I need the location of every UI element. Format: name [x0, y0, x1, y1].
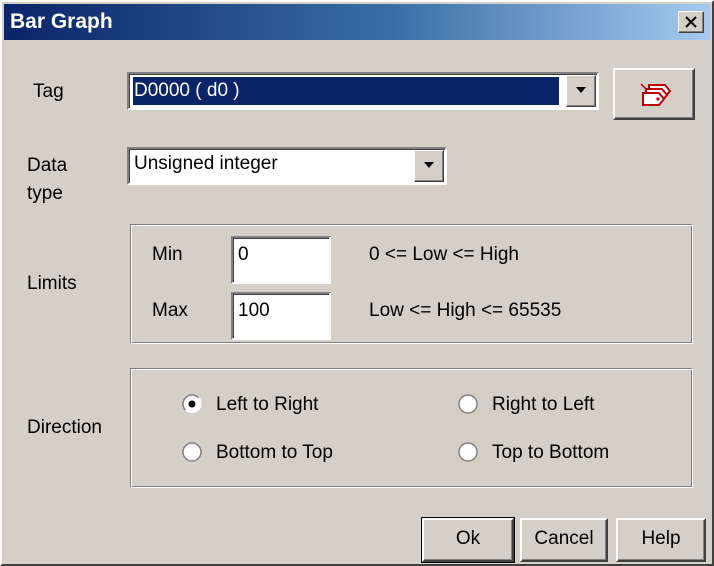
- tag-dropdown-button[interactable]: [566, 75, 596, 107]
- radio-bottom-to-top[interactable]: [182, 442, 202, 462]
- data-type-label-line2: type: [27, 183, 63, 204]
- min-label: Min: [152, 244, 183, 265]
- help-button[interactable]: Help: [616, 518, 706, 562]
- close-icon: [685, 16, 697, 28]
- chevron-down-icon: [576, 87, 586, 93]
- radio-label-top-to-bottom[interactable]: Top to Bottom: [492, 441, 609, 465]
- max-input[interactable]: 100: [231, 292, 331, 340]
- radio-top-to-bottom[interactable]: [458, 442, 478, 462]
- max-label: Max: [152, 300, 188, 321]
- radio-right-to-left[interactable]: [458, 394, 478, 414]
- min-hint: 0 <= Low <= High: [369, 244, 519, 265]
- radio-left-to-right[interactable]: [182, 394, 202, 414]
- tag-combobox[interactable]: D0000 ( d0 ): [127, 72, 599, 110]
- min-input[interactable]: 0: [231, 236, 331, 284]
- window-title: Bar Graph: [10, 10, 113, 33]
- tag-browse-button[interactable]: [613, 68, 695, 120]
- max-hint: Low <= High <= 65535: [369, 300, 562, 321]
- cancel-button[interactable]: Cancel: [520, 518, 608, 562]
- chevron-down-icon: [424, 162, 434, 168]
- direction-label: Direction: [27, 417, 102, 438]
- data-type-combobox[interactable]: Unsigned integer: [127, 147, 447, 185]
- bar-graph-dialog: Bar Graph Tag D0000 ( d0 ) Data type Uns…: [0, 0, 714, 566]
- data-type-label-line1: Data: [27, 155, 68, 176]
- data-type-value: Unsigned integer: [134, 153, 278, 174]
- radio-label-bottom-to-top[interactable]: Bottom to Top: [216, 441, 333, 465]
- tag-label: Tag: [33, 81, 64, 102]
- radio-label-right-to-left[interactable]: Right to Left: [492, 393, 594, 417]
- direction-group: [130, 368, 693, 488]
- data-type-dropdown-button[interactable]: [414, 150, 444, 182]
- tags-icon: [640, 83, 672, 106]
- title-bar: Bar Graph: [4, 4, 710, 40]
- limits-label: Limits: [27, 273, 77, 294]
- close-button[interactable]: [678, 11, 704, 33]
- ok-button[interactable]: Ok: [421, 517, 515, 563]
- tag-value: D0000 ( d0 ): [132, 76, 560, 106]
- radio-label-left-to-right[interactable]: Left to Right: [216, 393, 318, 417]
